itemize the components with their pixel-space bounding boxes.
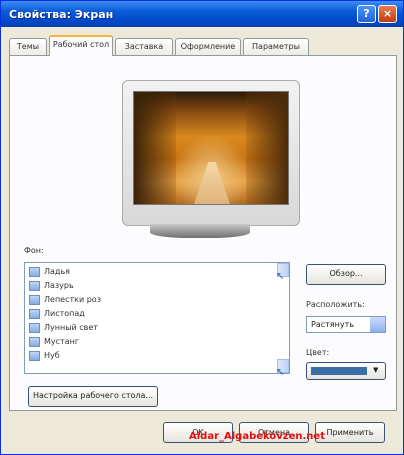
tab-themes[interactable]: Темы bbox=[9, 38, 47, 55]
customize-desktop-button[interactable]: Настройка рабочего стола... bbox=[28, 386, 158, 407]
monitor-preview bbox=[122, 80, 300, 226]
position-select[interactable]: Растянуть bbox=[306, 316, 386, 333]
pointer-icon: ↖ bbox=[276, 271, 285, 282]
pointer-icon: ↖ bbox=[276, 367, 285, 378]
position-select-value: Растянуть bbox=[311, 320, 354, 329]
color-swatch bbox=[311, 367, 367, 375]
list-item-label: Лазурь bbox=[44, 281, 74, 290]
wallpaper-preview-image bbox=[133, 91, 289, 205]
chevron-down-icon bbox=[370, 317, 385, 332]
tab-settings[interactable]: Параметры bbox=[243, 38, 309, 55]
tab-strip: Темы Рабочий стол Заставка Оформление Па… bbox=[9, 35, 397, 56]
list-item[interactable]: Листопад bbox=[27, 307, 277, 321]
list-item-label: Мустанг bbox=[44, 337, 80, 346]
image-file-icon bbox=[29, 295, 40, 305]
tab-screensaver[interactable]: Заставка bbox=[115, 38, 173, 55]
image-file-icon bbox=[29, 351, 40, 361]
close-button[interactable]: × bbox=[378, 5, 397, 23]
image-file-icon bbox=[29, 309, 40, 319]
tab-desktop[interactable]: Рабочий стол bbox=[49, 35, 113, 56]
position-label: Расположить: bbox=[306, 300, 365, 309]
list-item[interactable]: Ладья bbox=[27, 265, 277, 279]
list-item-label: Листопад bbox=[44, 309, 85, 318]
browse-button[interactable]: Обзор... bbox=[306, 264, 386, 285]
preview-path bbox=[194, 162, 230, 204]
help-button[interactable]: ? bbox=[357, 5, 376, 23]
apply-button[interactable]: Применить bbox=[315, 422, 385, 443]
color-picker-button[interactable]: ▼ bbox=[306, 362, 386, 380]
background-list[interactable]: Ладья Лазурь Лепестки роз Листопад Лунны… bbox=[24, 262, 290, 374]
list-item-label: Лепестки роз bbox=[44, 295, 101, 304]
chevron-down-icon: ▼ bbox=[373, 366, 379, 374]
title-bar[interactable]: Свойства: Экран ? × bbox=[1, 1, 403, 27]
list-item[interactable]: Лепестки роз bbox=[27, 293, 277, 307]
desktop-tab-panel: Фон: Ладья Лазурь Лепестки роз Листопад … bbox=[9, 55, 397, 411]
list-item-label: Лунный свет bbox=[44, 323, 98, 332]
list-item-label: Нуб bbox=[44, 351, 60, 360]
list-item[interactable]: Нуб bbox=[27, 349, 277, 363]
display-properties-window: Свойства: Экран ? × Темы Рабочий стол За… bbox=[0, 0, 404, 455]
watermark-text: Aidar_Algabekovzen.net bbox=[189, 431, 325, 442]
window-title: Свойства: Экран bbox=[9, 8, 114, 21]
preview-trees-left bbox=[134, 92, 176, 204]
image-file-icon bbox=[29, 267, 40, 277]
monitor-stand bbox=[150, 224, 250, 238]
color-label: Цвет: bbox=[306, 348, 330, 357]
list-item[interactable]: Лазурь bbox=[27, 279, 277, 293]
preview-trees-right bbox=[246, 92, 288, 204]
image-file-icon bbox=[29, 337, 40, 347]
image-file-icon bbox=[29, 281, 40, 291]
list-item-label: Ладья bbox=[44, 267, 70, 276]
list-item[interactable]: Мустанг bbox=[27, 335, 277, 349]
background-label: Фон: bbox=[24, 246, 44, 255]
image-file-icon bbox=[29, 323, 40, 333]
tab-appearance[interactable]: Оформление bbox=[175, 38, 241, 55]
list-item[interactable]: Лунный свет bbox=[27, 321, 277, 335]
